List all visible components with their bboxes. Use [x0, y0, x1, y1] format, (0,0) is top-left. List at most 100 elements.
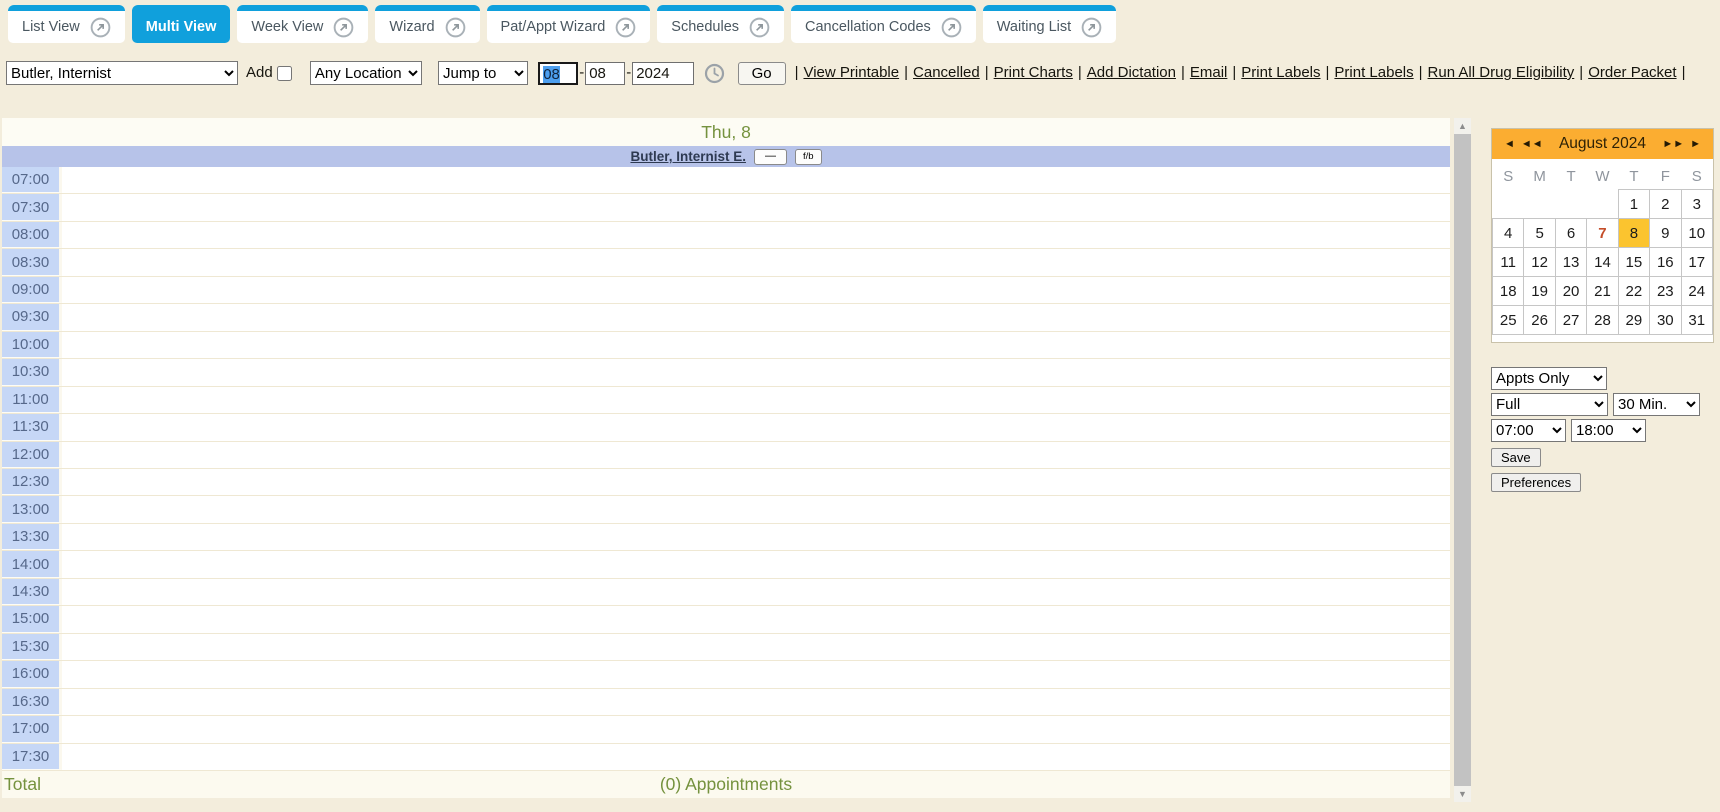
- appointment-slot[interactable]: [62, 222, 1450, 248]
- calendar-day[interactable]: 21: [1587, 277, 1618, 306]
- appointment-slot[interactable]: [62, 332, 1450, 358]
- calendar-day[interactable]: 10: [1681, 219, 1712, 248]
- external-link-icon[interactable]: [90, 17, 111, 38]
- calendar-day[interactable]: 15: [1618, 248, 1649, 277]
- appointment-slot[interactable]: [62, 249, 1450, 275]
- appointment-slot[interactable]: [62, 496, 1450, 522]
- appointment-slot[interactable]: [62, 551, 1450, 577]
- external-link-icon[interactable]: [1081, 17, 1102, 38]
- external-link-icon[interactable]: [941, 17, 962, 38]
- date-month-field[interactable]: 08: [538, 62, 578, 85]
- appointment-slot[interactable]: [62, 304, 1450, 330]
- appointment-slot[interactable]: [62, 469, 1450, 495]
- appointment-slot[interactable]: [62, 442, 1450, 468]
- toolbar-link-view-printable[interactable]: View Printable: [803, 64, 899, 81]
- toolbar-link-cancelled[interactable]: Cancelled: [913, 64, 980, 81]
- calendar-day[interactable]: 17: [1681, 248, 1712, 277]
- preferences-button[interactable]: Preferences: [1491, 473, 1581, 492]
- date-year-field[interactable]: 2024: [632, 62, 694, 85]
- calendar-day[interactable]: 9: [1650, 219, 1681, 248]
- collapse-column-button[interactable]: —: [754, 149, 787, 165]
- calendar-day[interactable]: 25: [1493, 306, 1524, 335]
- calendar-day[interactable]: 8: [1618, 219, 1649, 248]
- tab-pat-appt-wizard[interactable]: Pat/Appt Wizard: [487, 5, 651, 43]
- toolbar-link-run-all-drug-eligibility[interactable]: Run All Drug Eligibility: [1428, 64, 1575, 81]
- external-link-icon[interactable]: [445, 17, 466, 38]
- tab-multi-view[interactable]: Multi View: [132, 5, 231, 43]
- calendar-day[interactable]: 26: [1524, 306, 1555, 335]
- toolbar-link-print-labels[interactable]: Print Labels: [1334, 64, 1413, 81]
- calendar-day[interactable]: 18: [1493, 277, 1524, 306]
- calendar-day[interactable]: 6: [1555, 219, 1586, 248]
- tab-week-view[interactable]: Week View: [237, 5, 368, 43]
- size-select[interactable]: Full: [1491, 393, 1608, 416]
- calendar-day[interactable]: 23: [1650, 277, 1681, 306]
- location-select[interactable]: Any Location: [310, 61, 422, 85]
- toolbar-link-print-labels[interactable]: Print Labels: [1241, 64, 1320, 81]
- calendar-day[interactable]: 3: [1681, 190, 1712, 219]
- toolbar-link-add-dictation[interactable]: Add Dictation: [1087, 64, 1176, 81]
- calendar-day[interactable]: 2: [1650, 190, 1681, 219]
- next-month-icon[interactable]: ►: [1690, 138, 1701, 150]
- appointment-slot[interactable]: [62, 277, 1450, 303]
- appointment-slot[interactable]: [62, 524, 1450, 550]
- appointment-slot[interactable]: [62, 661, 1450, 687]
- calendar-day[interactable]: 7: [1587, 219, 1618, 248]
- add-checkbox[interactable]: [277, 66, 292, 81]
- tab-list-view[interactable]: List View: [8, 5, 125, 43]
- prev-year-icon[interactable]: ◄◄: [1521, 138, 1543, 150]
- external-link-icon[interactable]: [749, 17, 770, 38]
- appointment-slot[interactable]: [62, 606, 1450, 632]
- scroll-down-arrow[interactable]: ▼: [1454, 786, 1471, 802]
- go-button[interactable]: Go: [738, 62, 786, 85]
- calendar-day[interactable]: 29: [1618, 306, 1649, 335]
- calendar-day[interactable]: 24: [1681, 277, 1712, 306]
- appointment-slot[interactable]: [62, 744, 1450, 770]
- calendar-day[interactable]: 13: [1555, 248, 1586, 277]
- calendar-day[interactable]: 16: [1650, 248, 1681, 277]
- date-day-field[interactable]: 08: [585, 62, 625, 85]
- tab-waiting-list[interactable]: Waiting List: [983, 5, 1116, 43]
- toolbar-link-order-packet[interactable]: Order Packet: [1588, 64, 1676, 81]
- calendar-day[interactable]: 19: [1524, 277, 1555, 306]
- tab-schedules[interactable]: Schedules: [657, 5, 784, 43]
- start-time-select[interactable]: 07:00: [1491, 419, 1566, 442]
- external-link-icon[interactable]: [615, 17, 636, 38]
- calendar-day[interactable]: 12: [1524, 248, 1555, 277]
- scroll-up-arrow[interactable]: ▲: [1454, 118, 1471, 134]
- fb-button[interactable]: f/b: [795, 149, 822, 165]
- appointment-slot[interactable]: [62, 634, 1450, 660]
- calendar-day[interactable]: 14: [1587, 248, 1618, 277]
- view-filter-select[interactable]: Appts Only: [1491, 367, 1607, 390]
- appointment-slot[interactable]: [62, 194, 1450, 220]
- calendar-day[interactable]: 31: [1681, 306, 1712, 335]
- appointment-slot[interactable]: [62, 579, 1450, 605]
- schedule-scrollbar[interactable]: ▲ ▼: [1454, 118, 1471, 802]
- appointment-slot[interactable]: [62, 387, 1450, 413]
- calendar-day[interactable]: 27: [1555, 306, 1586, 335]
- end-time-select[interactable]: 18:00: [1571, 419, 1646, 442]
- calendar-day[interactable]: 1: [1618, 190, 1649, 219]
- calendar-day[interactable]: 22: [1618, 277, 1649, 306]
- calendar-day[interactable]: 11: [1493, 248, 1524, 277]
- toolbar-link-email[interactable]: Email: [1190, 64, 1228, 81]
- calendar-day[interactable]: 5: [1524, 219, 1555, 248]
- appointment-slot[interactable]: [62, 689, 1450, 715]
- calendar-day[interactable]: 30: [1650, 306, 1681, 335]
- provider-link[interactable]: Butler, Internist E.: [630, 149, 746, 164]
- tab-wizard[interactable]: Wizard: [375, 5, 479, 43]
- external-link-icon[interactable]: [333, 17, 354, 38]
- save-button[interactable]: Save: [1491, 448, 1541, 467]
- toolbar-link-print-charts[interactable]: Print Charts: [994, 64, 1073, 81]
- scrollbar-thumb[interactable]: [1454, 134, 1471, 786]
- calendar-day[interactable]: 4: [1493, 219, 1524, 248]
- tab-cancellation-codes[interactable]: Cancellation Codes: [791, 5, 976, 43]
- interval-select[interactable]: 30 Min.: [1613, 393, 1700, 416]
- calendar-day[interactable]: 28: [1587, 306, 1618, 335]
- calendar-day[interactable]: 20: [1555, 277, 1586, 306]
- clock-icon[interactable]: [704, 63, 725, 84]
- appointment-slot[interactable]: [62, 167, 1450, 193]
- next-year-icon[interactable]: ►►: [1662, 138, 1684, 150]
- provider-select[interactable]: Butler, Internist: [6, 61, 238, 85]
- appointment-slot[interactable]: [62, 716, 1450, 742]
